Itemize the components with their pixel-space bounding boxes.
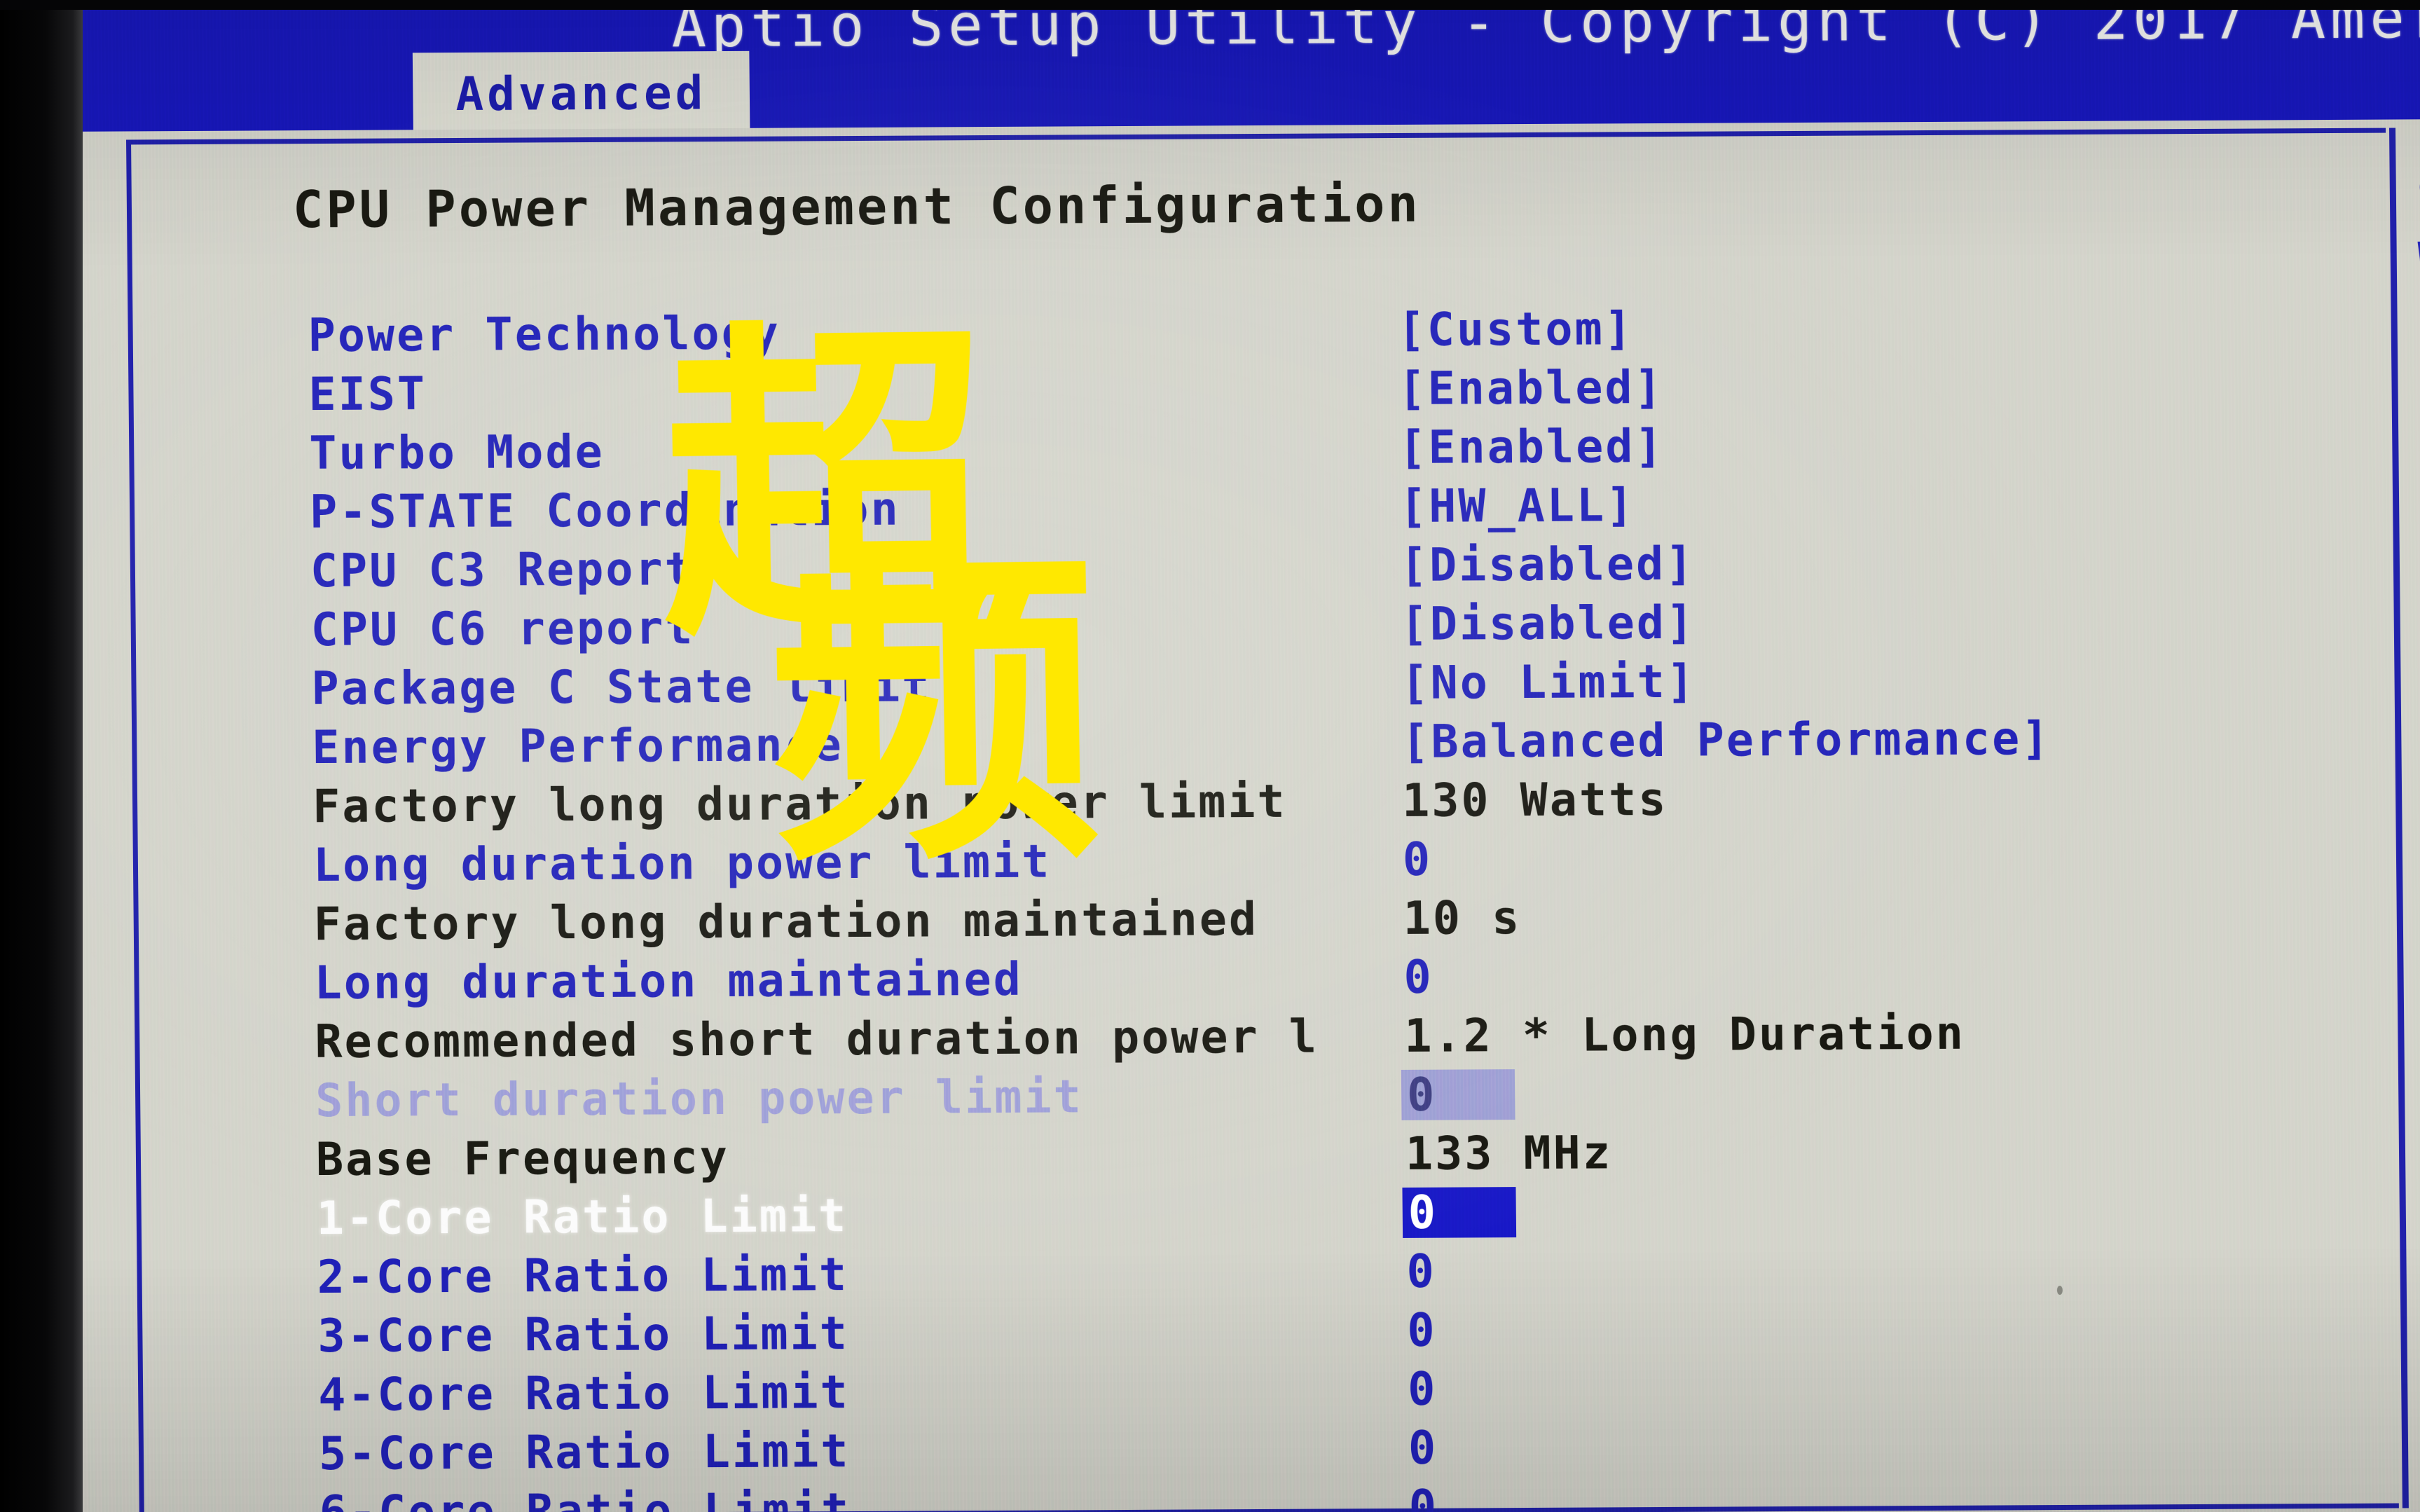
setting-label: Recommended short duration power l <box>315 1010 1319 1068</box>
setting-value[interactable]: [Disabled] <box>1400 596 1696 650</box>
setting-label: Short duration power limit <box>315 1070 1084 1127</box>
setting-label: 1-Core Ratio Limit <box>316 1189 848 1245</box>
setting-value[interactable]: [No Limit] <box>1401 655 1696 709</box>
setting-value-input[interactable]: 0 <box>1401 1068 1515 1121</box>
setting-value[interactable]: [HW_ALL] <box>1399 479 1636 533</box>
setting-label: Base Frequency <box>315 1131 730 1186</box>
settings-list: Power Technology [Custom] EIST [Enabled] Tur… <box>132 296 2404 1512</box>
setting-value[interactable]: [Balanced Performance] <box>1401 713 2051 769</box>
setting-value[interactable]: 0 <box>1403 833 1433 886</box>
setting-label: 4-Core Ratio Limit <box>317 1366 850 1422</box>
setup-page-body: CPU Power Management Configuration Power… <box>55 119 2420 1512</box>
setting-value-input[interactable]: 0 <box>1402 1186 1517 1239</box>
monitor-bezel-top <box>0 0 2420 10</box>
setting-label: 6-Core Ratio Limit <box>319 1483 851 1512</box>
setting-label: 2-Core Ratio Limit <box>317 1248 849 1304</box>
help-text-line-2: Wa <box>2417 232 2420 284</box>
setting-label: CPU C6 report <box>310 601 695 657</box>
setting-value[interactable]: [Enabled] <box>1398 420 1665 474</box>
watermark-char-2: 频 <box>766 517 1110 905</box>
watermark-overlay: 超 频 <box>658 294 1110 905</box>
setting-value[interactable]: 0 <box>1407 1304 1437 1356</box>
setting-value[interactable]: [Disabled] <box>1400 537 1696 591</box>
monitor-bezel-left <box>0 0 83 1512</box>
setting-value[interactable]: 0 <box>1406 1245 1436 1298</box>
setting-value: 133 MHz <box>1405 1126 1613 1181</box>
setting-label: EIST <box>308 367 427 421</box>
setting-value[interactable]: 0 <box>1408 1480 1438 1512</box>
setting-value: 1.2 * Long Duration <box>1404 1007 1966 1063</box>
setting-value[interactable]: 0 <box>1408 1363 1438 1415</box>
setting-value[interactable]: 0 <box>1408 1422 1438 1474</box>
setting-label: 5-Core Ratio Limit <box>318 1424 851 1480</box>
help-text-line-1: Sh <box>2416 169 2420 221</box>
setting-label: CPU C3 Report <box>310 542 695 598</box>
setting-value[interactable]: 0 <box>1403 951 1434 1003</box>
setting-value: 130 Watts <box>1401 773 1668 827</box>
setting-label: Turbo Mode <box>308 425 605 480</box>
setting-value[interactable]: [Custom] <box>1397 303 1634 357</box>
section-heading: CPU Power Management Configuration <box>292 174 1422 240</box>
monitor-screen: Aptio Setup Utility - Copyright (C) 2017… <box>55 0 2420 1512</box>
setting-value[interactable]: [Enabled] <box>1398 361 1664 415</box>
title-bar: Aptio Setup Utility - Copyright (C) 2017… <box>55 0 2420 136</box>
screen-dust-speck <box>2056 1286 2063 1295</box>
tab-advanced[interactable]: Advanced <box>412 50 750 136</box>
setting-value: 10 s <box>1403 891 1522 945</box>
setting-label: Long duration maintained <box>314 953 1024 1010</box>
setting-label: 3-Core Ratio Limit <box>317 1307 850 1363</box>
bios-screenshot-root: Aptio Setup Utility - Copyright (C) 2017… <box>0 0 2420 1512</box>
settings-frame: CPU Power Management Configuration Power… <box>126 128 2399 1512</box>
